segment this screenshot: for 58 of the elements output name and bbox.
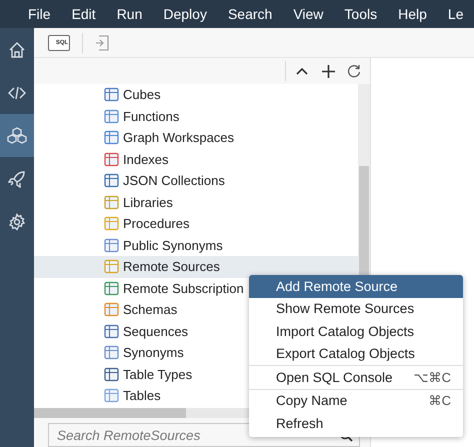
tree-item-label: Remote Sources <box>123 259 220 274</box>
home-icon <box>8 40 26 58</box>
chevron-up-icon <box>296 67 308 75</box>
plus-icon <box>322 64 334 78</box>
context-menu-item[interactable]: Open SQL Console ⌥⌘C <box>249 365 463 388</box>
shortcut-label: ⌥⌘C <box>414 370 451 385</box>
tree-item-label: Public Synonyms <box>123 238 223 253</box>
tree-item-label: Sequences <box>123 324 188 339</box>
tree-item-icon <box>104 216 119 232</box>
settings-icon <box>8 212 26 230</box>
shortcut-label: ⌘C <box>428 393 451 408</box>
cubes-icon <box>7 126 27 146</box>
menu-item[interactable]: Le <box>448 6 464 22</box>
context-menu-item[interactable]: Refresh <box>249 412 463 434</box>
tree-item-label: Functions <box>123 108 180 124</box>
tree-item-icon <box>104 108 119 124</box>
menu-item[interactable]: Help <box>398 6 427 22</box>
tree-item-label: Tables <box>123 388 161 404</box>
tree-item-label: Remote Subscription <box>123 280 244 296</box>
menu-item[interactable]: Deploy <box>163 6 207 22</box>
tree-item-icon <box>104 238 119 253</box>
tree-item-label: Indexes <box>123 152 169 167</box>
tree-item-icon <box>104 259 119 274</box>
tree-item-label: Graph Workspaces <box>123 130 234 146</box>
tree-item-label: Procedures <box>123 216 190 232</box>
sidebar-button[interactable] <box>0 114 34 157</box>
tree-item-icon <box>104 152 119 167</box>
menu-item[interactable]: Run <box>116 6 142 22</box>
tree-item-label: JSON Collections <box>123 173 225 188</box>
tree-item-icon <box>104 324 119 339</box>
tree-item-icon <box>104 280 119 296</box>
menu-item[interactable]: Edit <box>72 6 96 22</box>
import-icon[interactable] <box>95 34 109 50</box>
tree-item-icon <box>104 302 119 318</box>
menu-item[interactable]: File <box>28 6 51 22</box>
tree-item-label: Libraries <box>123 194 173 210</box>
menu-item[interactable]: View <box>293 6 324 22</box>
tree-item-icon <box>104 130 119 146</box>
menu-item[interactable]: Search <box>228 6 272 22</box>
tree-item-label: Cubes <box>123 87 161 102</box>
tree-item-icon <box>104 366 119 382</box>
tree-item-icon <box>104 345 119 360</box>
tree-item-label: Schemas <box>123 302 178 318</box>
refresh-icon <box>347 64 361 78</box>
tree-item-label: Synonyms <box>123 345 184 360</box>
tree-item-label: Table Types <box>123 366 192 382</box>
tree-item-icon <box>104 173 119 188</box>
context-menu-item[interactable]: Export Catalog Objects <box>249 342 463 365</box>
context-menu-item[interactable]: Import Catalog Objects <box>249 320 463 342</box>
tree-item-icon <box>104 87 119 102</box>
context-menu-item[interactable]: Add Remote Source <box>249 275 463 298</box>
menu-item[interactable]: Tools <box>344 6 378 22</box>
context-menu-item[interactable]: Copy Name ⌘C <box>249 388 463 412</box>
context-menu-item[interactable]: Show Remote Sources <box>249 298 463 320</box>
tree-item[interactable]: Remote Sources <box>34 256 358 278</box>
tree-item-icon <box>104 194 119 210</box>
tree-item-icon <box>104 388 119 404</box>
rocket-icon <box>8 170 26 188</box>
